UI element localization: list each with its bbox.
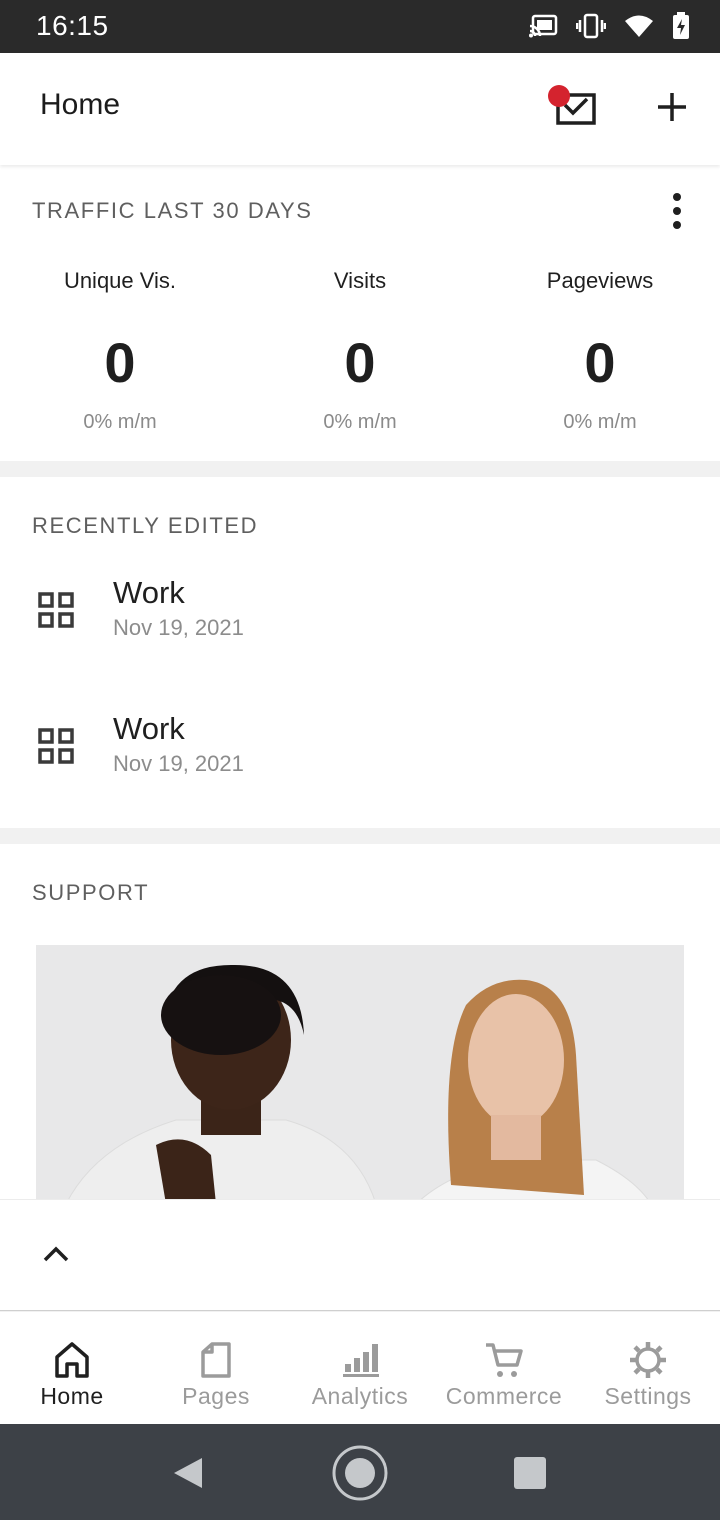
stat-label: Pageviews (546, 268, 654, 293)
add-button[interactable] (652, 87, 692, 127)
stat-label: Visits (333, 268, 387, 293)
nav-label: Home (40, 1383, 104, 1409)
support-title: SUPPORT (32, 880, 150, 905)
home-icon (52, 1340, 92, 1380)
recent-item-date: Nov 19, 2021 (113, 615, 244, 640)
collapse-bar (0, 1199, 720, 1311)
bar-chart-icon (340, 1340, 380, 1380)
recent-item[interactable]: Work Nov 19, 2021 (0, 711, 720, 821)
more-vert-icon (673, 193, 681, 201)
recent-item-name: Work (113, 711, 185, 746)
wifi-icon (624, 14, 654, 38)
chevron-up-icon[interactable] (42, 1244, 70, 1264)
bottom-navigation: Home Pages Analytics Commerce Settings (0, 1312, 720, 1424)
nav-label: Analytics (311, 1383, 409, 1409)
recent-item-name: Work (113, 575, 185, 610)
nav-item-home[interactable]: Home (0, 1312, 144, 1424)
support-image[interactable] (36, 945, 684, 1204)
system-navigation-bar (0, 1424, 720, 1520)
back-icon[interactable] (172, 1456, 204, 1495)
status-icons (528, 12, 690, 40)
recently-edited-title: RECENTLY EDITED (32, 513, 259, 538)
nav-item-commerce[interactable]: Commerce (432, 1312, 576, 1424)
top-app-bar: Home (0, 53, 720, 165)
recent-item[interactable]: Work Nov 19, 2021 (0, 575, 720, 685)
more-options-button[interactable] (670, 193, 684, 229)
stat-label: Unique Vis. (63, 268, 177, 293)
stat-unique-visitors: Unique Vis. 0 0% m/m (20, 269, 220, 434)
stat-visits: Visits 0 0% m/m (260, 269, 460, 434)
stat-change: 0% m/m (563, 411, 637, 433)
recent-item-date: Nov 19, 2021 (113, 751, 244, 776)
stat-pageviews: Pageviews 0 0% m/m (500, 269, 700, 434)
grid-icon (38, 592, 74, 628)
nav-label: Settings (604, 1383, 692, 1409)
cast-icon (528, 14, 558, 38)
cart-icon (484, 1340, 524, 1380)
stat-change: 0% m/m (83, 411, 157, 433)
recents-icon[interactable] (514, 1457, 546, 1489)
vibrate-icon (576, 13, 606, 39)
home-circle-icon[interactable] (331, 1444, 389, 1507)
stat-value: 0 (104, 331, 136, 394)
traffic-card: TRAFFIC LAST 30 DAYS Unique Vis. 0 0% m/… (0, 165, 720, 461)
add-icon (652, 93, 692, 131)
battery-charging-icon (672, 12, 690, 40)
notification-dot (548, 85, 570, 107)
nav-item-pages[interactable]: Pages (144, 1312, 288, 1424)
nav-label: Pages (182, 1383, 250, 1409)
stat-change: 0% m/m (323, 411, 397, 433)
nav-item-settings[interactable]: Settings (576, 1312, 720, 1424)
recently-edited-card: RECENTLY EDITED Work Nov 19, 2021 Work N… (0, 477, 720, 828)
nav-label: Commerce (445, 1383, 563, 1409)
stat-value: 0 (584, 331, 616, 394)
gear-icon (628, 1340, 668, 1380)
traffic-title: TRAFFIC LAST 30 DAYS (32, 198, 313, 223)
status-time: 16:15 (36, 10, 109, 41)
inbox-button[interactable] (548, 85, 604, 131)
page-icon (196, 1340, 236, 1380)
status-bar: 16:15 (0, 0, 720, 53)
nav-item-analytics[interactable]: Analytics (288, 1312, 432, 1424)
page-title: Home (40, 88, 121, 121)
support-card: SUPPORT (0, 844, 720, 1204)
stat-value: 0 (344, 331, 376, 394)
grid-icon (38, 728, 74, 764)
